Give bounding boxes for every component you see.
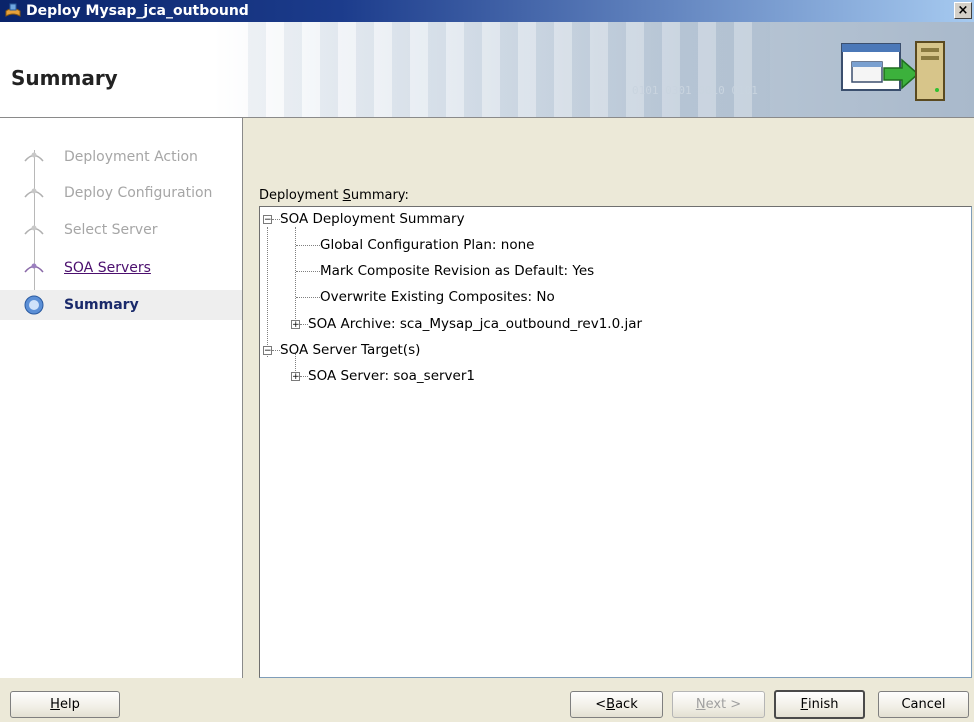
tree-node-label: SOA Archive: sca_Mysap_jca_outbound_rev1… bbox=[308, 316, 643, 332]
step-select-server: Select Server bbox=[0, 215, 242, 245]
tree-node-label: SOA Server: soa_server1 bbox=[308, 368, 475, 384]
title-bar: Deploy Mysap_jca_outbound × bbox=[0, 0, 974, 22]
close-button[interactable]: × bbox=[954, 2, 972, 19]
step-deployment-action: Deployment Action bbox=[0, 142, 242, 172]
step-deploy-configuration: Deploy Configuration bbox=[0, 178, 242, 208]
expand-icon[interactable]: + bbox=[291, 319, 300, 329]
step-pending-icon bbox=[24, 225, 44, 235]
expand-icon[interactable]: + bbox=[291, 371, 300, 381]
page-title: Summary bbox=[11, 66, 118, 90]
cancel-button[interactable]: Cancel bbox=[878, 691, 969, 718]
collapse-icon[interactable]: − bbox=[263, 214, 272, 224]
finish-button[interactable]: Finish bbox=[774, 690, 865, 719]
tree-leaf[interactable]: Mark Composite Revision as Default: Yes bbox=[296, 259, 594, 283]
tree-node-label: Mark Composite Revision as Default: Yes bbox=[320, 263, 595, 279]
tree-node-soa-archive[interactable]: + SOA Archive: sca_Mysap_jca_outbound_re… bbox=[291, 312, 642, 336]
tree-node-soa-deployment-summary[interactable]: − SOA Deployment Summary bbox=[263, 207, 465, 231]
tree-leaf[interactable]: Global Configuration Plan: none bbox=[296, 233, 534, 257]
step-link-label[interactable]: SOA Servers bbox=[64, 260, 151, 276]
step-label: Deployment Action bbox=[64, 149, 198, 165]
step-summary: Summary bbox=[0, 290, 242, 320]
deploy-to-server-icon bbox=[841, 41, 945, 101]
banner-decoration bbox=[230, 22, 770, 117]
deploy-app-icon bbox=[5, 3, 21, 17]
step-label: Summary bbox=[64, 297, 139, 313]
tree-node-label: Global Configuration Plan: none bbox=[320, 237, 535, 253]
help-button[interactable]: Help bbox=[10, 691, 120, 718]
step-visited-icon bbox=[24, 263, 44, 273]
tree-leaf[interactable]: Overwrite Existing Composites: No bbox=[296, 285, 555, 309]
tree-node-label: SOA Deployment Summary bbox=[280, 211, 465, 227]
step-label: Select Server bbox=[64, 222, 158, 238]
step-pending-icon bbox=[24, 188, 44, 198]
back-button[interactable]: < Back bbox=[570, 691, 663, 718]
step-pending-icon bbox=[24, 152, 44, 162]
deployment-summary-label: Deployment Summary: bbox=[259, 188, 409, 203]
step-label: Deploy Configuration bbox=[64, 185, 213, 201]
wizard-steps-nav: Deployment Action Deploy Configuration S… bbox=[0, 118, 243, 678]
deployment-summary-tree[interactable]: − SOA Deployment Summary Global Configur… bbox=[259, 206, 972, 678]
step-current-icon bbox=[24, 295, 44, 315]
step-soa-servers[interactable]: SOA Servers bbox=[0, 253, 242, 283]
tree-node-label: Overwrite Existing Composites: No bbox=[320, 289, 555, 305]
collapse-icon[interactable]: − bbox=[263, 345, 272, 355]
tree-node-label: SOA Server Target(s) bbox=[280, 342, 421, 358]
tree-node-soa-server[interactable]: + SOA Server: soa_server1 bbox=[291, 364, 475, 388]
header-banner: 0101 0301 0010 0101 Summary bbox=[0, 22, 974, 118]
window-title: Deploy Mysap_jca_outbound bbox=[26, 3, 249, 19]
close-icon: × bbox=[957, 3, 969, 18]
next-button[interactable]: Next > bbox=[672, 691, 765, 718]
tree-node-soa-server-targets[interactable]: − SOA Server Target(s) bbox=[263, 338, 420, 362]
banner-binary-text: 0101 0301 0010 0101 bbox=[632, 84, 758, 97]
